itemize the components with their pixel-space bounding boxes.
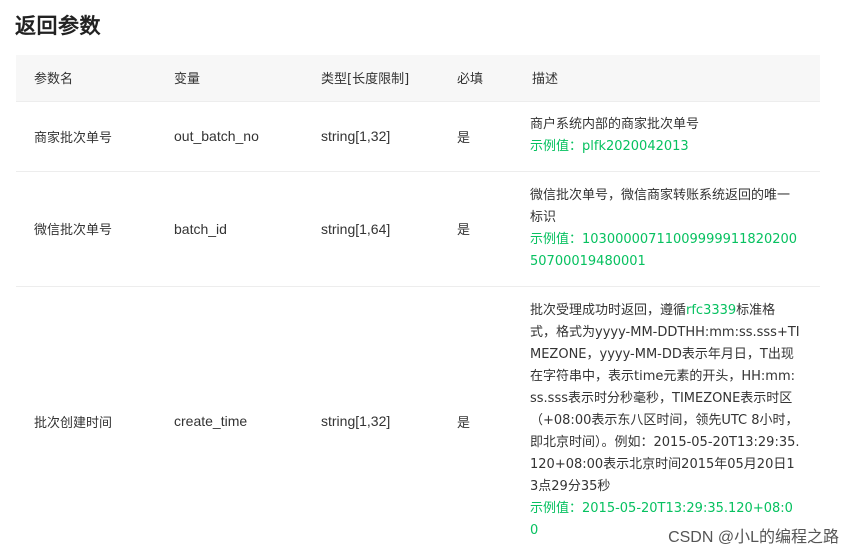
param-type: string[1,32]: [303, 285, 439, 556]
param-name: 批次创建时间: [16, 285, 156, 556]
csdn-watermark: CSDN @小L的编程之路: [668, 529, 839, 546]
param-name: 商家批次单号: [16, 100, 156, 171]
param-description: 批次受理成功时返回，遵循rfc3339标准格式，格式为yyyy-MM-DDTHH…: [514, 285, 820, 556]
param-variable: batch_id: [156, 170, 303, 286]
rfc3339-link[interactable]: rfc3339: [686, 303, 736, 318]
param-variable: create_time: [156, 285, 303, 556]
table-header-row: 参数名 变量 类型[长度限制] 必填 描述: [16, 55, 820, 101]
description-text: 商户系统内部的商家批次单号: [530, 117, 700, 132]
header-description: 描述: [532, 72, 559, 88]
description-text: 批次受理成功时返回，遵循rfc3339标准格式，格式为yyyy-MM-DDTHH…: [530, 300, 800, 498]
param-required: 是: [439, 100, 514, 171]
param-name: 微信批次单号: [16, 170, 156, 286]
param-required: 是: [439, 170, 514, 286]
param-type: string[1,64]: [303, 170, 439, 286]
description-text-rest: 标准格式，格式为yyyy-MM-DDTHH:mm:ss.sss+TIMEZONE…: [530, 303, 800, 495]
description-text-start: 批次受理成功时返回，遵循: [530, 303, 687, 319]
param-type: string[1,32]: [303, 100, 439, 171]
table-row: 微信批次单号 batch_id string[1,64] 是 微信批次单号，微信…: [16, 170, 820, 286]
table-row: 批次创建时间 create_time string[1,32] 是 批次受理成功…: [16, 285, 820, 556]
header-type: 类型[长度限制]: [321, 72, 410, 88]
param-required: 是: [439, 285, 514, 556]
param-variable: out_batch_no: [156, 100, 303, 171]
example-value: 示例值：103000007110099999118202005070001948…: [530, 231, 798, 269]
example-value: 示例值：plfk2020042013: [530, 139, 689, 154]
param-description: 商户系统内部的商家批次单号 示例值：plfk2020042013: [514, 100, 820, 171]
section-title: 返回参数: [15, 14, 101, 38]
header-variable: 变量: [174, 72, 201, 88]
return-params-table: 参数名 变量 类型[长度限制] 必填 描述 商家批次单号 out_batch_n…: [16, 55, 820, 556]
header-required: 必填: [457, 72, 484, 88]
header-param-name: 参数名: [34, 72, 74, 88]
table-row: 商家批次单号 out_batch_no string[1,32] 是 商户系统内…: [16, 100, 820, 171]
description-text: 微信批次单号，微信商家转账系统返回的唯一标识: [530, 187, 791, 225]
param-description: 微信批次单号，微信商家转账系统返回的唯一标识 示例值：1030000071100…: [514, 170, 820, 286]
